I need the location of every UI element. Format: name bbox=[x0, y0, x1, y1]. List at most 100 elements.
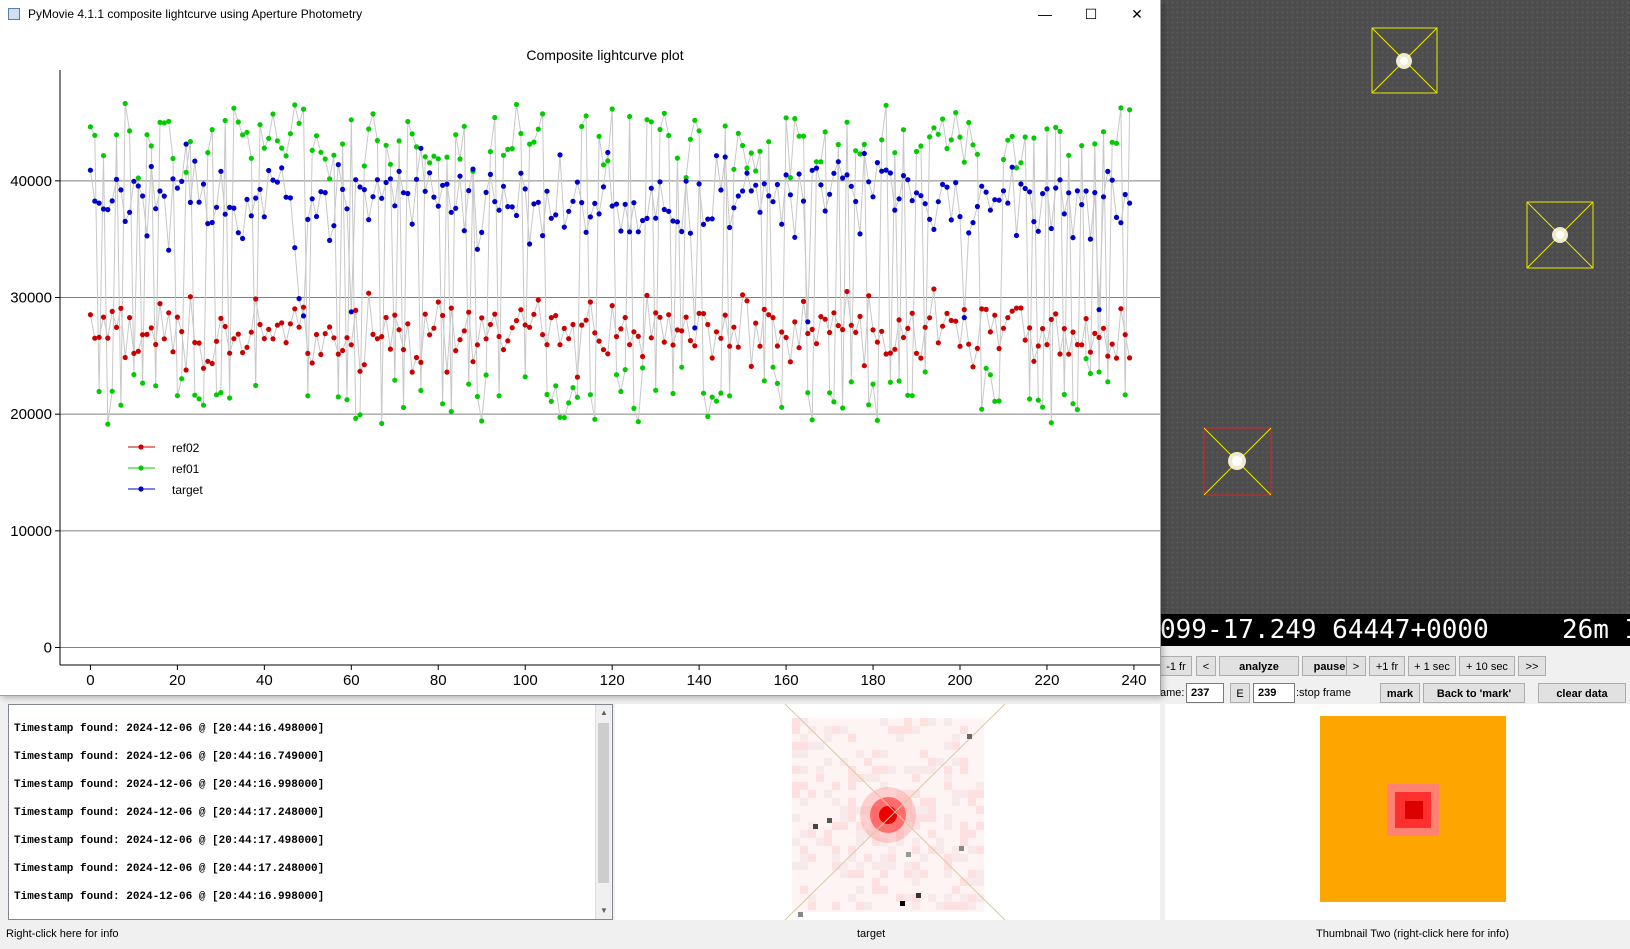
ref01-point bbox=[666, 132, 672, 139]
ref02-point bbox=[679, 328, 685, 334]
noise-cell bbox=[952, 758, 960, 766]
plus-ten-sec-button[interactable]: + 10 sec bbox=[1459, 656, 1515, 676]
noise-cell bbox=[816, 766, 824, 774]
frame-input[interactable]: 237 bbox=[1186, 683, 1224, 703]
ref01-point bbox=[400, 404, 407, 411]
ref01-point bbox=[718, 390, 724, 396]
fast-forward-button[interactable]: >> bbox=[1518, 656, 1546, 676]
ref01-point bbox=[648, 119, 654, 125]
ref02-point bbox=[431, 325, 437, 331]
maximize-icon[interactable]: ☐ bbox=[1068, 0, 1114, 28]
clear-data-button[interactable]: clear data bbox=[1538, 683, 1626, 703]
thumbnail-two[interactable] bbox=[1165, 704, 1630, 920]
target-point bbox=[722, 154, 728, 160]
x-tick-label: 40 bbox=[256, 672, 273, 689]
ref02-point bbox=[235, 331, 241, 337]
plus-one-frame-button[interactable]: +1 fr bbox=[1369, 656, 1405, 676]
ref01-point bbox=[1096, 369, 1102, 375]
noise-cell bbox=[944, 814, 952, 822]
noise-cell bbox=[976, 822, 984, 830]
video-frame[interactable] bbox=[1160, 0, 1630, 614]
target-point bbox=[161, 193, 167, 199]
lightcurve-chart[interactable]: Composite lightcurve plot 0 10000 20000 300… bbox=[0, 28, 1160, 695]
ref01-point bbox=[183, 169, 189, 175]
scroll-up-icon[interactable]: ▲ bbox=[596, 705, 612, 721]
target-point bbox=[218, 168, 224, 174]
ref01-point bbox=[1044, 126, 1050, 132]
scroll-thumb[interactable] bbox=[598, 723, 609, 883]
ref01-point bbox=[1022, 134, 1028, 140]
target-point bbox=[753, 182, 759, 188]
ref01-point bbox=[809, 417, 815, 423]
ref01-point bbox=[983, 365, 989, 371]
log-panel[interactable]: Timestamp found: 2024-12-06 @ [20:44:16.… bbox=[8, 704, 613, 920]
target-point bbox=[479, 229, 485, 235]
step-forward-button[interactable]: > bbox=[1346, 656, 1366, 676]
ref01-point bbox=[731, 166, 737, 172]
log-scrollbar[interactable]: ▲ ▼ bbox=[595, 705, 612, 919]
noise-cell bbox=[792, 782, 800, 790]
ref01-point bbox=[953, 110, 959, 116]
noise-cell bbox=[872, 774, 880, 782]
target-point bbox=[857, 231, 863, 237]
ref02-point bbox=[905, 325, 911, 331]
log-caption[interactable]: Right-click here for info bbox=[6, 920, 119, 949]
thumb2-caption[interactable]: Thumbnail Two (right-click here for info… bbox=[1316, 920, 1509, 949]
ref01-point bbox=[387, 161, 393, 167]
plus-one-sec-button[interactable]: + 1 sec bbox=[1408, 656, 1456, 676]
target-point bbox=[766, 193, 772, 199]
ref02-point bbox=[1035, 343, 1041, 349]
back-to-mark-button[interactable]: Back to 'mark' bbox=[1423, 683, 1525, 703]
target-point bbox=[922, 201, 928, 207]
title-bar[interactable]: PyMovie 4.1.1 composite lightcurve using… bbox=[0, 0, 1160, 28]
ref02-point bbox=[422, 311, 428, 317]
ref02-point bbox=[227, 350, 233, 356]
close-icon[interactable]: ✕ bbox=[1114, 0, 1160, 28]
minimize-icon[interactable]: — bbox=[1022, 0, 1068, 28]
noise-cell bbox=[944, 822, 952, 830]
noise-cell bbox=[848, 814, 856, 822]
ref01-point bbox=[505, 146, 511, 152]
target-point bbox=[909, 198, 915, 204]
noise-cell bbox=[792, 742, 800, 750]
ref01-point bbox=[257, 122, 263, 128]
lightcurve-plot-window[interactable]: PyMovie 4.1.1 composite lightcurve using… bbox=[0, 0, 1161, 696]
ref01-point bbox=[248, 155, 254, 161]
noise-cell bbox=[960, 854, 968, 862]
ref02-point bbox=[444, 369, 450, 375]
target-point bbox=[148, 163, 154, 170]
scroll-down-icon[interactable]: ▼ bbox=[596, 903, 612, 919]
target-point bbox=[305, 216, 311, 222]
ref02-point bbox=[161, 336, 167, 342]
ref02-point bbox=[196, 340, 202, 346]
ref02-point bbox=[509, 325, 515, 331]
noise-cell bbox=[800, 862, 808, 870]
noise-cell bbox=[792, 862, 800, 870]
ref01-point bbox=[853, 148, 859, 154]
stop-frame-input[interactable]: 239 bbox=[1253, 683, 1295, 703]
thumbnail-one[interactable] bbox=[615, 704, 1160, 920]
mark-button[interactable]: mark bbox=[1380, 683, 1420, 703]
ref01-point bbox=[300, 106, 307, 112]
ref01-point bbox=[1018, 160, 1024, 166]
ref02-point bbox=[174, 314, 180, 320]
ref01-point bbox=[370, 111, 376, 117]
ref01-point bbox=[535, 126, 541, 132]
target-point bbox=[444, 181, 450, 187]
ref02-point bbox=[948, 317, 954, 324]
analyze-button[interactable]: analyze bbox=[1219, 656, 1299, 676]
end-button[interactable]: E bbox=[1230, 683, 1250, 703]
target-point bbox=[683, 178, 689, 184]
target-point bbox=[653, 215, 659, 221]
y-tick-label: 40000 bbox=[10, 173, 52, 190]
target-point bbox=[840, 175, 846, 181]
target-point bbox=[948, 217, 954, 223]
step-back-button[interactable]: < bbox=[1196, 656, 1216, 676]
ref01-point bbox=[353, 415, 359, 421]
noise-cell bbox=[968, 830, 976, 838]
minus-one-frame-button[interactable]: -1 fr bbox=[1160, 656, 1192, 676]
ref02-point bbox=[653, 310, 659, 316]
ref01-point bbox=[487, 149, 493, 155]
target-point bbox=[135, 183, 141, 189]
ref02-point bbox=[1066, 351, 1072, 357]
